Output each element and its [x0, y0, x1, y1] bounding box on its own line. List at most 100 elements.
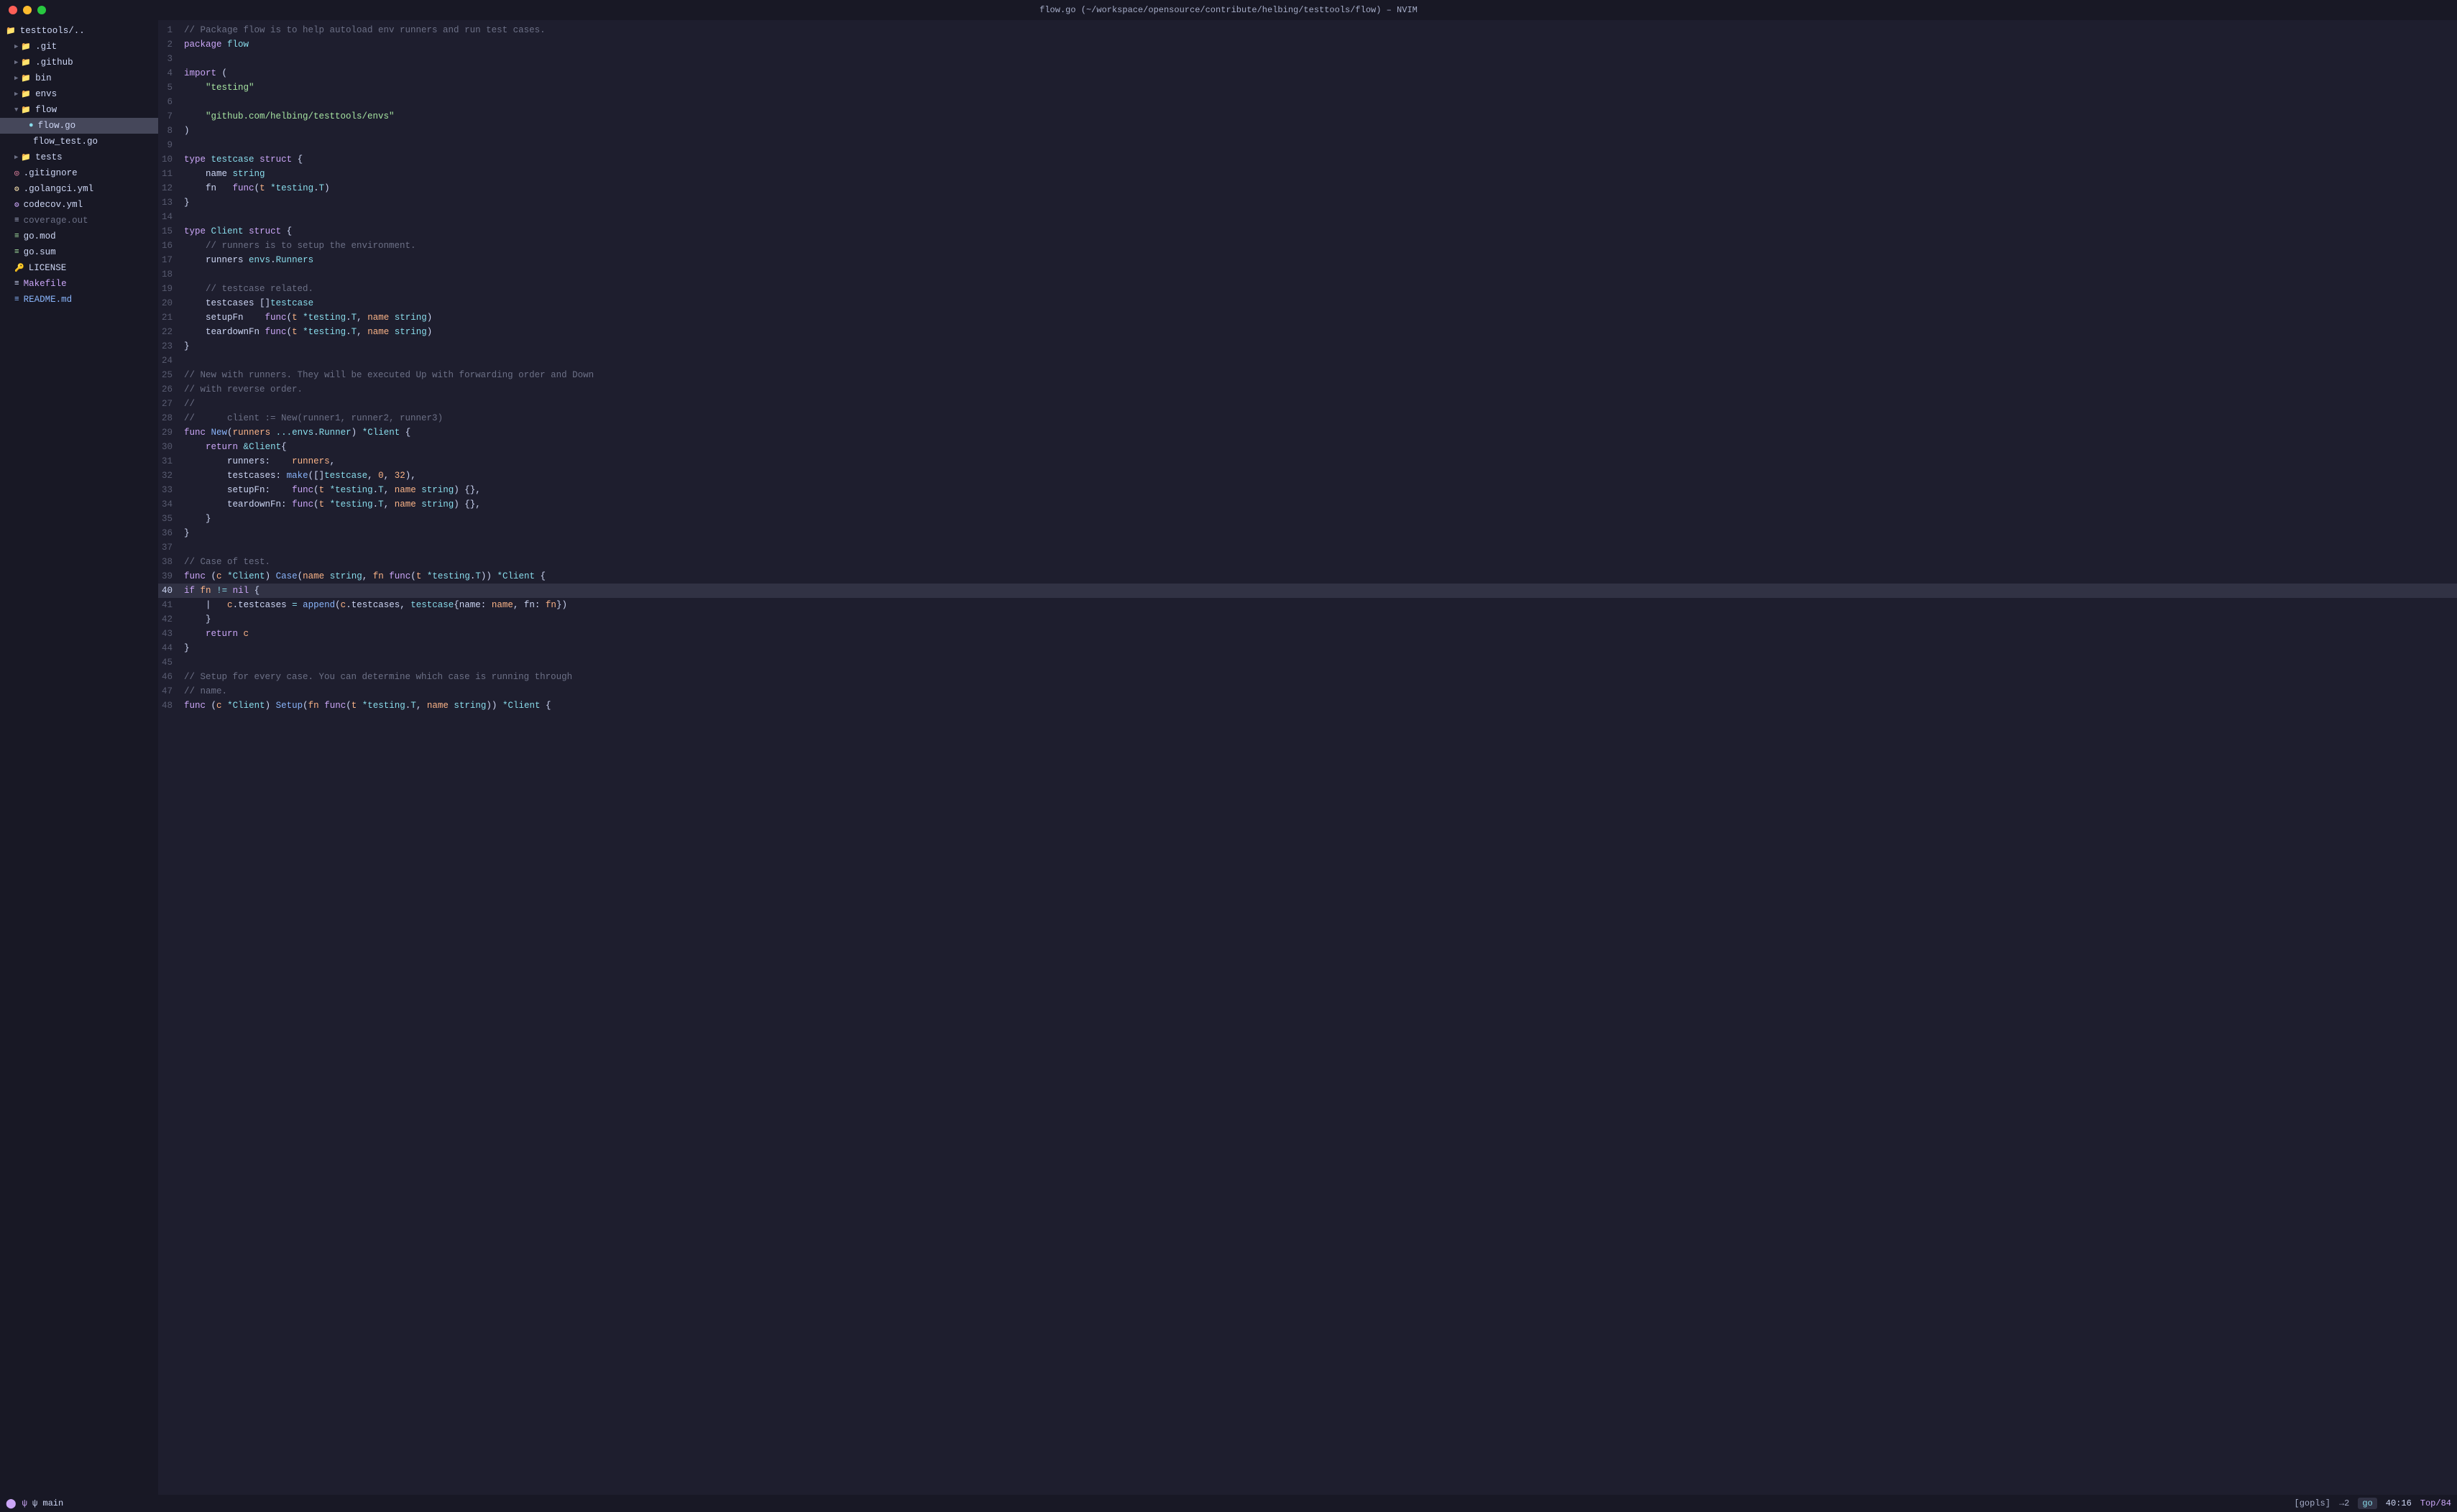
code-line-11: 11 name string: [158, 167, 2457, 181]
arrow-icon: ▶: [14, 43, 18, 50]
line-num-44: 44: [158, 641, 184, 655]
code-line-28: 28 // client := New(runner1, runner2, ru…: [158, 411, 2457, 425]
code-line-6: 6: [158, 95, 2457, 109]
sidebar-item-coverage[interactable]: ≡ coverage.out: [0, 213, 158, 229]
code-line-38: 38 // Case of test.: [158, 555, 2457, 569]
code-line-1: 1 // Package flow is to help autoload en…: [158, 23, 2457, 37]
file-tree: 📁 testtools/.. ▶ 📁 .git ▶ 📁 .github ▶ 📁 …: [0, 20, 158, 1495]
status-position: 40:16: [2386, 1498, 2412, 1508]
file-codecov-icon: ⚙: [14, 200, 19, 210]
sidebar-item-makefile[interactable]: ≡ Makefile: [0, 276, 158, 292]
line-content-25: // New with runners. They will be execut…: [184, 368, 2457, 382]
status-right: [gopls] →2 go 40:16 Top/84: [2295, 1498, 2451, 1509]
folder-git-icon: 📁: [21, 42, 31, 52]
sidebar-root-label: testtools/..: [20, 26, 85, 36]
line-num-42: 42: [158, 612, 184, 627]
line-num-1: 1: [158, 23, 184, 37]
sidebar-item-gosum[interactable]: ≡ go.sum: [0, 244, 158, 260]
line-content-16: // runners is to setup the environment.: [184, 239, 2457, 253]
sidebar-item-bin[interactable]: ▶ 📁 bin: [0, 70, 158, 86]
line-content-21: setupFn func(t *testing.T, name string): [184, 310, 2457, 325]
code-line-26: 26 // with reverse order.: [158, 382, 2457, 397]
line-num-30: 30: [158, 440, 184, 454]
arrow-icon: ▶: [14, 75, 18, 82]
line-content-15: type Client struct {: [184, 224, 2457, 239]
editor-content[interactable]: 1 // Package flow is to help autoload en…: [158, 20, 2457, 1495]
line-content-42: }: [184, 612, 2457, 627]
arrow-icon: ▶: [14, 91, 18, 98]
status-lsp: →2: [2339, 1498, 2349, 1508]
minimize-button[interactable]: [23, 6, 32, 14]
line-num-40: 40: [158, 584, 184, 598]
file-gitignore-icon: ◎: [14, 168, 19, 178]
line-num-16: 16: [158, 239, 184, 253]
sidebar-item-github[interactable]: ▶ 📁 .github: [0, 55, 158, 70]
code-line-46: 46 // Setup for every case. You can dete…: [158, 670, 2457, 684]
editor[interactable]: 1 // Package flow is to help autoload en…: [158, 20, 2457, 1495]
code-line-36: 36 }: [158, 526, 2457, 540]
sidebar-item-envs[interactable]: ▶ 📁 envs: [0, 86, 158, 102]
line-num-21: 21: [158, 310, 184, 325]
titlebar: flow.go (~/workspace/opensource/contribu…: [0, 0, 2457, 20]
sidebar-item-golangci[interactable]: ⚙ .golangci.yml: [0, 181, 158, 197]
line-num-39: 39: [158, 569, 184, 584]
sidebar-item-tests[interactable]: ▶ 📁 tests: [0, 149, 158, 165]
line-num-17: 17: [158, 253, 184, 267]
code-line-19: 19 // testcase related.: [158, 282, 2457, 296]
code-line-5: 5 "testing": [158, 80, 2457, 95]
code-line-39: 39 func (c *Client) Case(name string, fn…: [158, 569, 2457, 584]
sidebar-label-license: LICENSE: [29, 263, 67, 273]
code-line-18: 18: [158, 267, 2457, 282]
line-num-12: 12: [158, 181, 184, 195]
line-content-36: }: [184, 526, 2457, 540]
maximize-button[interactable]: [37, 6, 46, 14]
sidebar-item-gitignore[interactable]: ◎ .gitignore: [0, 165, 158, 181]
code-line-13: 13 }: [158, 195, 2457, 210]
file-license-icon: 🔑: [14, 263, 24, 273]
line-content-47: // name.: [184, 684, 2457, 699]
status-record-icon: ⬤: [6, 1498, 17, 1509]
sidebar-label-flow-test-go: flow_test.go: [33, 137, 98, 147]
line-content-1: // Package flow is to help autoload env …: [184, 23, 2457, 37]
sidebar-root[interactable]: 📁 testtools/..: [0, 23, 158, 39]
line-content-2: package flow: [184, 37, 2457, 52]
sidebar-label-gomod: go.mod: [24, 231, 56, 241]
code-line-32: 32 testcases: make([]testcase, 0, 32),: [158, 469, 2457, 483]
sidebar-item-flow-test-go[interactable]: flow_test.go: [0, 134, 158, 149]
code-line-40: 40 if fn != nil {: [158, 584, 2457, 598]
line-num-33: 33: [158, 483, 184, 497]
line-content-10: type testcase struct {: [184, 152, 2457, 167]
sidebar-item-codecov[interactable]: ⚙ codecov.yml: [0, 197, 158, 213]
code-line-10: 10 type testcase struct {: [158, 152, 2457, 167]
code-line-7: 7 "github.com/helbing/testtools/envs": [158, 109, 2457, 124]
sidebar-label-readme: README.md: [24, 295, 73, 305]
code-line-30: 30 return &Client{: [158, 440, 2457, 454]
sidebar-item-readme[interactable]: ≡ README.md: [0, 292, 158, 308]
line-num-46: 46: [158, 670, 184, 684]
line-content-12: fn func(t *testing.T): [184, 181, 2457, 195]
line-num-15: 15: [158, 224, 184, 239]
line-content-5: "testing": [184, 80, 2457, 95]
code-line-21: 21 setupFn func(t *testing.T, name strin…: [158, 310, 2457, 325]
line-num-9: 9: [158, 138, 184, 152]
sidebar-label-flow-go: flow.go: [38, 121, 76, 131]
folder-envs-icon: 📁: [21, 89, 31, 99]
close-button[interactable]: [9, 6, 17, 14]
sidebar-item-git[interactable]: ▶ 📁 .git: [0, 39, 158, 55]
sidebar-item-gomod[interactable]: ≡ go.mod: [0, 229, 158, 244]
code-line-45: 45: [158, 655, 2457, 670]
code-line-12: 12 fn func(t *testing.T): [158, 181, 2457, 195]
line-num-7: 7: [158, 109, 184, 124]
sidebar-item-flow[interactable]: ▼ 📁 flow: [0, 102, 158, 118]
status-mode: ψ ψ main: [22, 1498, 64, 1508]
arrow-icon: ▶: [14, 59, 18, 66]
code-line-35: 35 }: [158, 512, 2457, 526]
sidebar-label-github: .github: [35, 57, 73, 68]
line-content-46: // Setup for every case. You can determi…: [184, 670, 2457, 684]
line-num-38: 38: [158, 555, 184, 569]
sidebar-item-license[interactable]: 🔑 LICENSE: [0, 260, 158, 276]
line-num-41: 41: [158, 598, 184, 612]
sidebar-item-flow-go[interactable]: ● flow.go: [0, 118, 158, 134]
line-content-20: testcases []testcase: [184, 296, 2457, 310]
status-gopls: [gopls]: [2295, 1498, 2330, 1508]
